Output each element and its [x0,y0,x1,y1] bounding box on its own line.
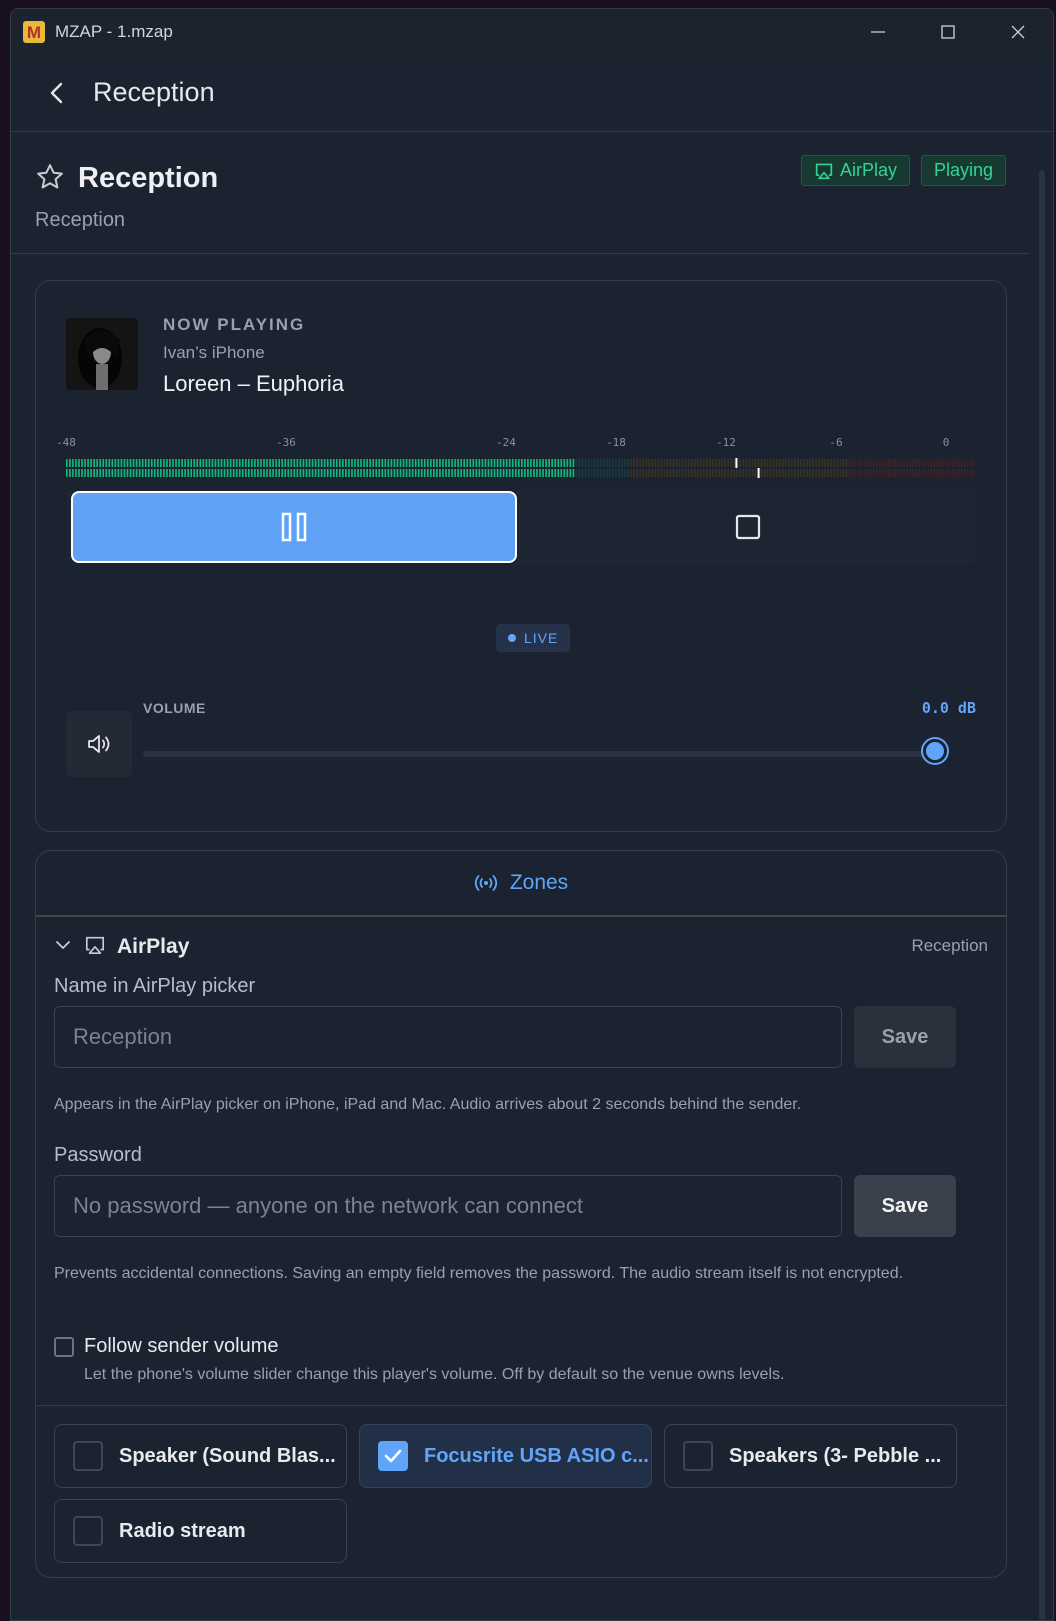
now-playing-source: Ivan’s iPhone [163,343,265,362]
airplay-name-input[interactable] [54,1006,842,1068]
meter-tick: -6 [829,436,843,449]
title-bar: M MZAP - 1.mzap [11,9,1053,54]
app-window: M MZAP - 1.mzap Reception Reception Rece… [10,8,1054,1621]
meter-tick: -36 [276,436,296,449]
output-checkbox[interactable] [378,1441,408,1471]
volume-label: VOLUME [143,700,206,716]
zones-card: Zones AirPlay Reception Name in AirPlay … [35,850,1007,1578]
now-playing-card: NOW PLAYING Ivan’s iPhone Loreen – Eupho… [35,280,1007,832]
airplay-badge-label: AirPlay [840,160,898,180]
header-title: Reception [93,77,215,107]
main-content: Reception Reception AirPlay Playing NOW … [11,132,1053,1620]
output-option[interactable]: Speakers (3- Pebble ... [664,1424,957,1488]
output-label: Speaker (Sound Blas... [119,1444,336,1467]
airplay-badge: AirPlay [801,155,911,186]
live-dot-icon [508,634,516,642]
pause-icon [281,512,307,542]
volume-slider-thumb[interactable] [923,739,947,763]
output-option[interactable]: Speaker (Sound Blas... [54,1424,347,1488]
stop-button[interactable] [522,491,974,563]
live-label: LIVE [524,630,559,646]
window-title: MZAP - 1.mzap [55,21,173,41]
output-checkbox[interactable] [683,1441,713,1471]
close-icon [1011,25,1025,38]
password-label: Password [54,1144,142,1166]
app-logo-icon: M [21,19,47,45]
follow-volume-checkbox[interactable] [54,1337,74,1357]
scrollbar-thumb[interactable] [1039,170,1045,1620]
now-playing-label: NOW PLAYING [163,315,306,334]
level-meter [66,458,975,478]
output-checkbox[interactable] [73,1516,103,1546]
zones-tab[interactable]: Zones [36,851,1006,917]
status-badge-label: Playing [934,160,994,180]
speaker-icon [88,735,110,753]
meter-tick: -18 [606,436,626,449]
airplay-name-label: Name in AirPlay picker [54,975,256,997]
zones-title: Zones [509,871,569,894]
minimize-button[interactable] [843,9,913,54]
status-badge: Playing [921,155,1007,186]
mute-button[interactable] [66,711,132,777]
follow-volume-label: Follow sender volume [84,1335,279,1357]
close-button[interactable] [983,9,1053,54]
meter-scale: -48 -36 -24 -18 -12 -6 0 [56,436,952,450]
chevron-left-icon [50,82,63,103]
output-label: Focusrite USB ASIO c... [424,1444,649,1467]
pause-button[interactable] [71,491,517,563]
password-help: Prevents accidental connections. Saving … [54,1265,904,1282]
star-icon[interactable] [35,162,65,192]
maximize-button[interactable] [913,9,983,54]
page-title: Reception [78,162,219,194]
output-option[interactable]: Focusrite USB ASIO c... [359,1424,652,1488]
follow-volume-help: Let the phone's volume slider change thi… [84,1366,785,1383]
meter-tick: 0 [942,436,950,449]
airplay-icon [86,936,104,954]
volume-slider-track[interactable] [143,751,943,757]
password-input[interactable] [54,1175,842,1237]
maximize-icon [941,24,955,39]
password-save-button[interactable]: Save [854,1175,956,1237]
name-save-button[interactable]: Save [854,1006,956,1068]
meter-tick: -48 [56,436,76,449]
album-cover [66,318,138,390]
now-playing-track: Loreen – Euphoria [163,371,345,396]
output-option[interactable]: Radio stream [54,1499,347,1563]
airplay-zone-name: Reception [911,936,988,955]
nav-header: Reception [11,54,1053,132]
airplay-name-help: Appears in the AirPlay picker on iPhone,… [54,1096,802,1113]
page-header: Reception Reception AirPlay Playing [11,132,1029,254]
output-checkbox[interactable] [73,1441,103,1471]
check-icon [384,1449,402,1463]
transport-controls [66,489,976,565]
minimize-icon [871,30,885,33]
meter-tick: -24 [496,436,516,449]
output-label: Speakers (3- Pebble ... [729,1444,942,1467]
back-button[interactable] [37,73,77,113]
album-art-image [66,318,138,390]
volume-value: 0.0 dB [921,699,976,717]
broadcast-icon [474,875,497,891]
chevron-down-icon[interactable] [54,936,72,954]
scrollbar[interactable] [1037,144,1047,1620]
stop-icon [735,514,761,540]
meter-tick: -12 [716,436,736,449]
airplay-icon [815,163,833,179]
airplay-section-title: AirPlay [117,935,190,958]
live-badge: LIVE [496,624,571,652]
airplay-section-header[interactable]: AirPlay Reception [36,933,1006,963]
output-label: Radio stream [119,1519,246,1542]
page-subtitle: Reception [35,209,126,231]
divider [36,1405,1006,1406]
